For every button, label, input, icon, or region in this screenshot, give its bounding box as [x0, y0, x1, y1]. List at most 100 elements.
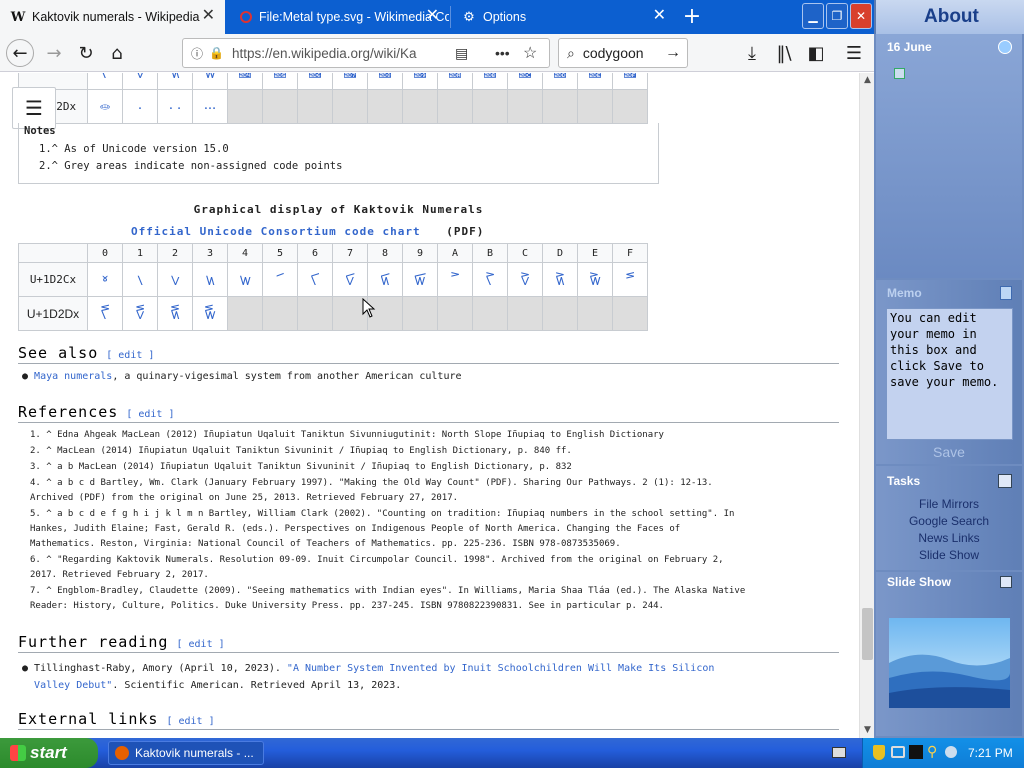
article-link-cont[interactable]: Valley Debut": [34, 680, 112, 691]
tab-metal-type[interactable]: File:Metal type.svg - Wikimedia Co ✕: [229, 0, 449, 34]
unassigned-cell: [297, 89, 333, 124]
wikimedia-icon: [239, 9, 253, 25]
glyph-cell: 𝋒: [157, 73, 193, 90]
back-button[interactable]: ←: [6, 39, 34, 67]
note-item: 1.^ As of Unicode version 15.0: [39, 143, 229, 155]
hamburger-icon: ☰: [845, 42, 863, 64]
maximize-button[interactable]: ❐: [826, 3, 848, 29]
glyph-cell: 𝋑: [122, 73, 158, 90]
scrollbar-thumb[interactable]: [862, 608, 873, 660]
info-icon[interactable]: ⓘ: [191, 45, 203, 62]
sidebar-icon: ◧: [807, 42, 825, 64]
task-file-mirrors[interactable]: File Mirrors: [874, 497, 1024, 511]
glyph-cell: 𝋞: [577, 73, 613, 90]
sidebar-toggle-button[interactable]: ◧: [802, 39, 830, 67]
slideshow-panel: Slide Show: [876, 572, 1022, 736]
glyph-cell: 𝋕: [262, 73, 298, 90]
library-button[interactable]: ‖\: [770, 39, 798, 67]
bookmark-star-icon[interactable]: ☆: [523, 43, 537, 63]
globe-icon[interactable]: [998, 40, 1012, 54]
task-slide-show[interactable]: Slide Show: [874, 548, 1024, 562]
forward-button[interactable]: →: [40, 39, 68, 67]
search-tray-icon[interactable]: ⚲: [927, 744, 937, 760]
reader-view-icon[interactable]: ▤: [455, 45, 468, 62]
glyph-cell: 𝋌: [507, 262, 543, 297]
search-box[interactable]: ⌕ codygoon →: [558, 38, 688, 68]
glyph-cell: 𝋚: [437, 73, 473, 90]
edit-link[interactable]: [ edit ]: [176, 639, 224, 650]
task-news-links[interactable]: News Links: [874, 531, 1024, 545]
maya-numerals-link[interactable]: Maya numerals: [34, 371, 112, 382]
unassigned-cell: [472, 89, 508, 124]
url-text: https://en.wikipedia.org/wiki/Ka: [231, 45, 417, 61]
references-heading: References[ edit ]: [18, 403, 175, 421]
slideshow-image[interactable]: [889, 618, 1010, 708]
memo-textarea[interactable]: You can edit your memo in this box and c…: [886, 308, 1013, 440]
unassigned-cell: [437, 89, 473, 124]
scroll-down-arrow[interactable]: ▼: [860, 723, 875, 738]
column-header: B: [472, 243, 508, 263]
search-go-icon[interactable]: →: [665, 44, 681, 62]
downloads-button[interactable]: ⤓: [738, 39, 766, 67]
shield-icon[interactable]: [873, 745, 885, 760]
close-tab-icon[interactable]: ✕: [653, 8, 666, 24]
volume-icon[interactable]: [945, 746, 957, 758]
scroll-up-arrow[interactable]: ▲: [860, 73, 875, 88]
unassigned-cell: [577, 296, 613, 331]
glyph-cell: 𝋃: [192, 262, 228, 297]
glyph-cell: 𝋟: [612, 73, 648, 90]
memo-save-button[interactable]: Save: [876, 444, 1022, 460]
terminal-icon[interactable]: [909, 745, 923, 759]
start-button[interactable]: start: [0, 738, 98, 768]
glyph-cell: 𝋂: [157, 262, 193, 297]
search-icon: ⌕: [567, 44, 575, 61]
close-tab-icon[interactable]: ✕: [202, 8, 215, 24]
unassigned-cell: [297, 296, 333, 331]
new-tab-button[interactable]: +: [678, 3, 706, 31]
edit-link[interactable]: [ edit ]: [166, 716, 214, 727]
reference-item: 5. ^ a b c d e f g h i j k l m n Bartley…: [30, 509, 735, 519]
taskbar-window-button[interactable]: Kaktovik numerals - ...: [108, 741, 264, 765]
article-link[interactable]: "A Number System Invented by Inuit Schoo…: [287, 663, 714, 674]
divider: [18, 652, 839, 653]
tab-options[interactable]: ⚙ Options ✕: [451, 0, 676, 34]
reload-button[interactable]: ↻: [72, 39, 100, 67]
reference-item: Hankes, Judith Elaine; Fast, Gerald R. (…: [30, 524, 681, 534]
unassigned-cell: [542, 89, 578, 124]
unassigned-cell: [507, 296, 543, 331]
windows-logo-icon: [10, 745, 26, 761]
calendar-item-icon[interactable]: [894, 68, 905, 79]
window-close-button[interactable]: ✕: [850, 3, 872, 29]
divider: [18, 729, 839, 730]
glyph-cell: 𝋉: [402, 262, 438, 297]
home-button[interactable]: ⌂: [103, 39, 131, 67]
reference-item: 7. ^ Engblom-Bradley, Claudette (2009). …: [30, 586, 746, 596]
network-icon[interactable]: [891, 746, 905, 758]
minimize-button[interactable]: ▁: [802, 3, 824, 29]
glyph-cell: 𝋍: [542, 262, 578, 297]
date-label: 16 June: [887, 40, 932, 54]
tab-kaktovik[interactable]: W Kaktovik numerals - Wikipedia ✕: [0, 0, 225, 34]
glyph-cell: 𝋖: [297, 73, 333, 90]
reference-item: 3. ^ a b MacLean (2014) Iñupiatun Uqalui…: [30, 462, 572, 472]
unassigned-cell: [367, 89, 403, 124]
column-header: F: [612, 243, 648, 263]
page-scrollbar[interactable]: ▲ ▼: [859, 73, 874, 738]
glyph-cell: 𝋐: [87, 296, 123, 331]
divider: [18, 363, 839, 364]
menu-button[interactable]: ☰: [840, 39, 868, 67]
edit-link[interactable]: [ edit ]: [106, 350, 154, 361]
url-bar[interactable]: ⓘ 🔒 https://en.wikipedia.org/wiki/Ka ▤ •…: [182, 38, 550, 68]
column-header: D: [542, 243, 578, 263]
keyboard-icon[interactable]: [832, 747, 846, 758]
lock-icon: 🔒: [209, 46, 224, 60]
page-content: 𝋐 𝋑 𝋒 𝋓 𝋔 𝋕 𝋖 𝋗 𝋘 𝋙 𝋚 𝋛 𝋜 𝋝 𝋞 𝋟 U+1D2Dx: [0, 73, 859, 738]
edit-link[interactable]: [ edit ]: [126, 409, 174, 420]
unicode-chart-link[interactable]: Official Unicode Consortium code chart: [131, 225, 421, 238]
search-input[interactable]: codygoon: [583, 45, 644, 61]
close-tab-icon[interactable]: ✕: [426, 8, 439, 24]
glyph-cell: 𝋀: [87, 262, 123, 297]
task-google-search[interactable]: Google Search: [874, 514, 1024, 528]
unassigned-cell: [332, 89, 368, 124]
page-actions-icon[interactable]: •••: [495, 45, 510, 61]
